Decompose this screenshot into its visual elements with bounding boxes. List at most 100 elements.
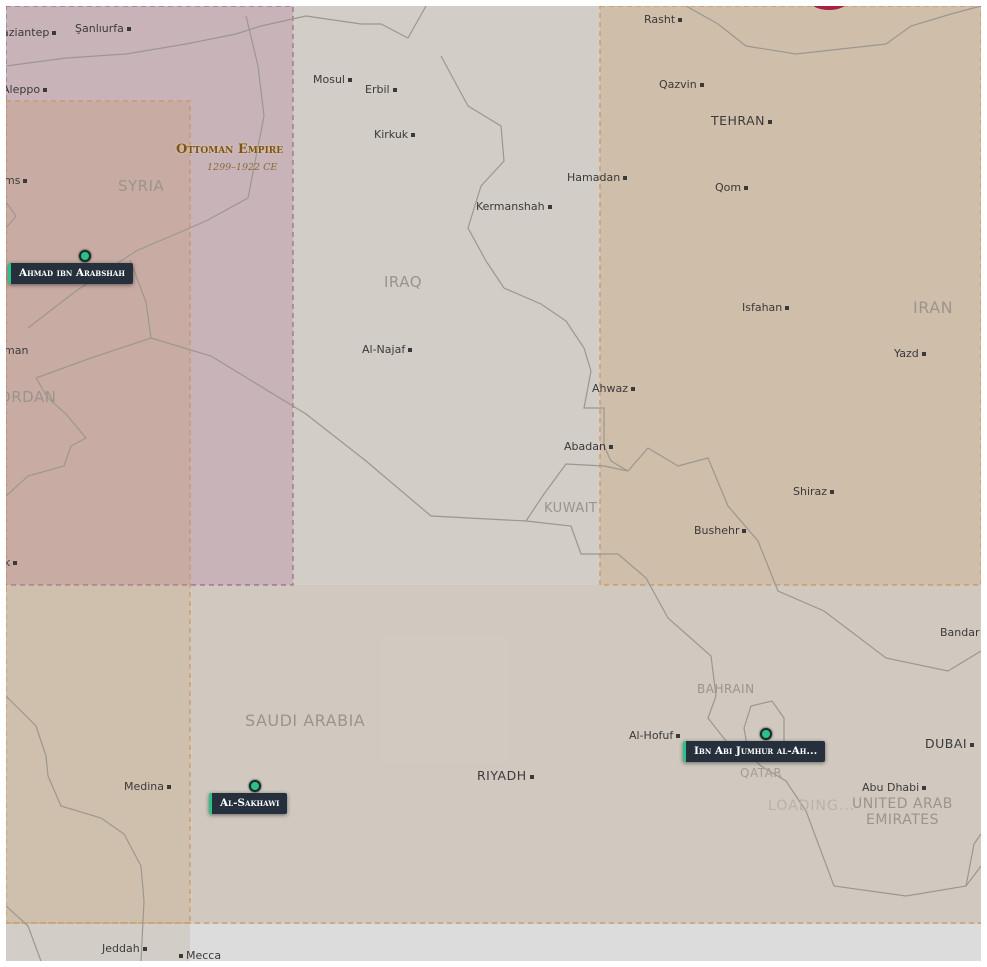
city-dot [678, 18, 683, 22]
person-marker-al-sakhawi[interactable] [249, 780, 261, 792]
city-isfahan: Isfahan [742, 302, 792, 313]
city-abu-dhabi: Abu Dhabi [862, 782, 929, 793]
city-label: man [6, 344, 29, 357]
country-label-syria: SYRIA [118, 177, 165, 195]
city-yazd: Yazd [894, 348, 929, 359]
city-label: Abu Dhabi [862, 781, 920, 794]
city-homs: ms [6, 175, 30, 186]
city-dot [142, 947, 147, 951]
city-dot [785, 306, 790, 310]
city-label: Yazd [894, 347, 919, 360]
city-dot [408, 348, 413, 352]
city-dot [43, 88, 48, 92]
city-dot [411, 133, 416, 137]
empire-region-east [599, 6, 981, 586]
country-label-uae-line2: EMIRATES [866, 812, 939, 828]
city-kirkuk: Kirkuk [374, 129, 418, 140]
city-mecca: Mecca [176, 950, 221, 961]
city-aleppo: Aleppo [6, 84, 50, 95]
city-label: ms [6, 174, 21, 187]
city-dot [529, 774, 534, 779]
city-label: Kirkuk [374, 128, 409, 141]
city-sanliurfa: Şanlıurfa [75, 23, 134, 34]
city-dot [768, 119, 773, 124]
city-hamadan: Hamadan [567, 172, 630, 183]
city-label: Jeddah [102, 942, 140, 955]
city-label: k [6, 556, 11, 569]
city-label: Al-Najaf [362, 343, 406, 356]
city-dot [179, 954, 183, 958]
city-label: Erbil [365, 83, 390, 96]
city-dot [547, 205, 552, 209]
country-label-qatar: QATAR [740, 766, 783, 780]
city-dot [347, 78, 352, 82]
city-dot [126, 27, 131, 31]
country-label-uae-line1: UNITED ARAB [852, 796, 953, 812]
city-dot [922, 786, 927, 790]
city-dot [623, 176, 628, 180]
person-label-ibn-abi-jumhur[interactable]: Ibn Abi Jumhur al-Ah... [683, 741, 826, 762]
city-dot [970, 742, 975, 747]
city-dot [742, 529, 747, 533]
city-label: Qazvin [659, 78, 697, 91]
city-label: Al-Hofuf [629, 729, 674, 742]
empire-region-south [190, 585, 981, 923]
city-label: Abadan [564, 440, 606, 453]
city-shiraz: Shiraz [793, 486, 837, 497]
loading-indicator: LOADING... [768, 798, 856, 814]
city-label: Shiraz [793, 485, 828, 498]
ottoman-empire-dates: 1299–1922 CE [207, 162, 278, 173]
city-ahwaz: Ahwaz [592, 383, 638, 394]
person-label-ahmad-ibn-arabshah[interactable]: Ahmad ibn Arabshah [8, 263, 133, 284]
city-gaziantep: aziantep [6, 27, 59, 38]
map-bottom-band [190, 924, 981, 961]
city-al-najaf: Al-Najaf [362, 344, 415, 355]
person-marker-ahmad-ibn-arabshah[interactable] [79, 250, 91, 262]
city-dot [52, 31, 57, 35]
city-dubai: DUBAI [925, 736, 977, 751]
city-medina: Medina [124, 781, 174, 792]
city-dot [23, 179, 28, 183]
city-abadan: Abadan [564, 441, 616, 452]
city-qazvin: Qazvin [659, 79, 707, 90]
city-dot [699, 83, 704, 87]
city-dot [921, 352, 926, 356]
city-label: Rasht [644, 13, 676, 26]
city-label: Mosul [313, 73, 345, 86]
city-jeddah: Jeddah [102, 943, 150, 954]
map-canvas[interactable]: Ottoman Empire 1299–1922 CE SYRIA IRAQ I… [6, 6, 981, 961]
city-dot [830, 490, 835, 494]
city-label: Mecca [186, 949, 222, 961]
city-tabuk: k [6, 557, 20, 568]
city-tehran: TEHRAN [711, 113, 775, 128]
city-label: Aleppo [6, 83, 41, 96]
city-label: Ahwaz [592, 382, 629, 395]
person-marker-ibn-abi-jumhur[interactable] [760, 728, 772, 740]
country-label-kuwait: KUWAIT [544, 501, 598, 516]
city-riyadh: RIYADH [477, 768, 537, 783]
city-al-hofuf: Al-Hofuf [629, 730, 683, 741]
city-label: Hamadan [567, 171, 621, 184]
city-dot [608, 445, 613, 449]
city-label: RIYADH [477, 768, 527, 783]
city-dot [744, 186, 749, 190]
empire-region-west [6, 100, 191, 924]
city-label: Bandar [940, 626, 980, 639]
country-label-jordan: JORDAN [6, 388, 57, 406]
city-dot [167, 785, 172, 789]
city-label: Bushehr [694, 524, 740, 537]
ottoman-empire-label[interactable]: Ottoman Empire [176, 142, 283, 157]
city-label: Qom [715, 181, 742, 194]
city-bushehr: Bushehr [694, 525, 749, 536]
city-dot [392, 88, 397, 92]
city-erbil: Erbil [365, 84, 400, 95]
city-label: Şanlıurfa [75, 22, 124, 35]
city-kermanshah: Kermanshah [476, 201, 555, 212]
city-dot [676, 734, 681, 738]
city-rasht: Rasht [644, 14, 685, 25]
city-label: Medina [124, 780, 165, 793]
person-label-al-sakhawi[interactable]: Al-Sakhawi [209, 793, 288, 814]
city-label: aziantep [6, 26, 50, 39]
city-dot [631, 387, 636, 391]
map-layers [6, 6, 981, 961]
